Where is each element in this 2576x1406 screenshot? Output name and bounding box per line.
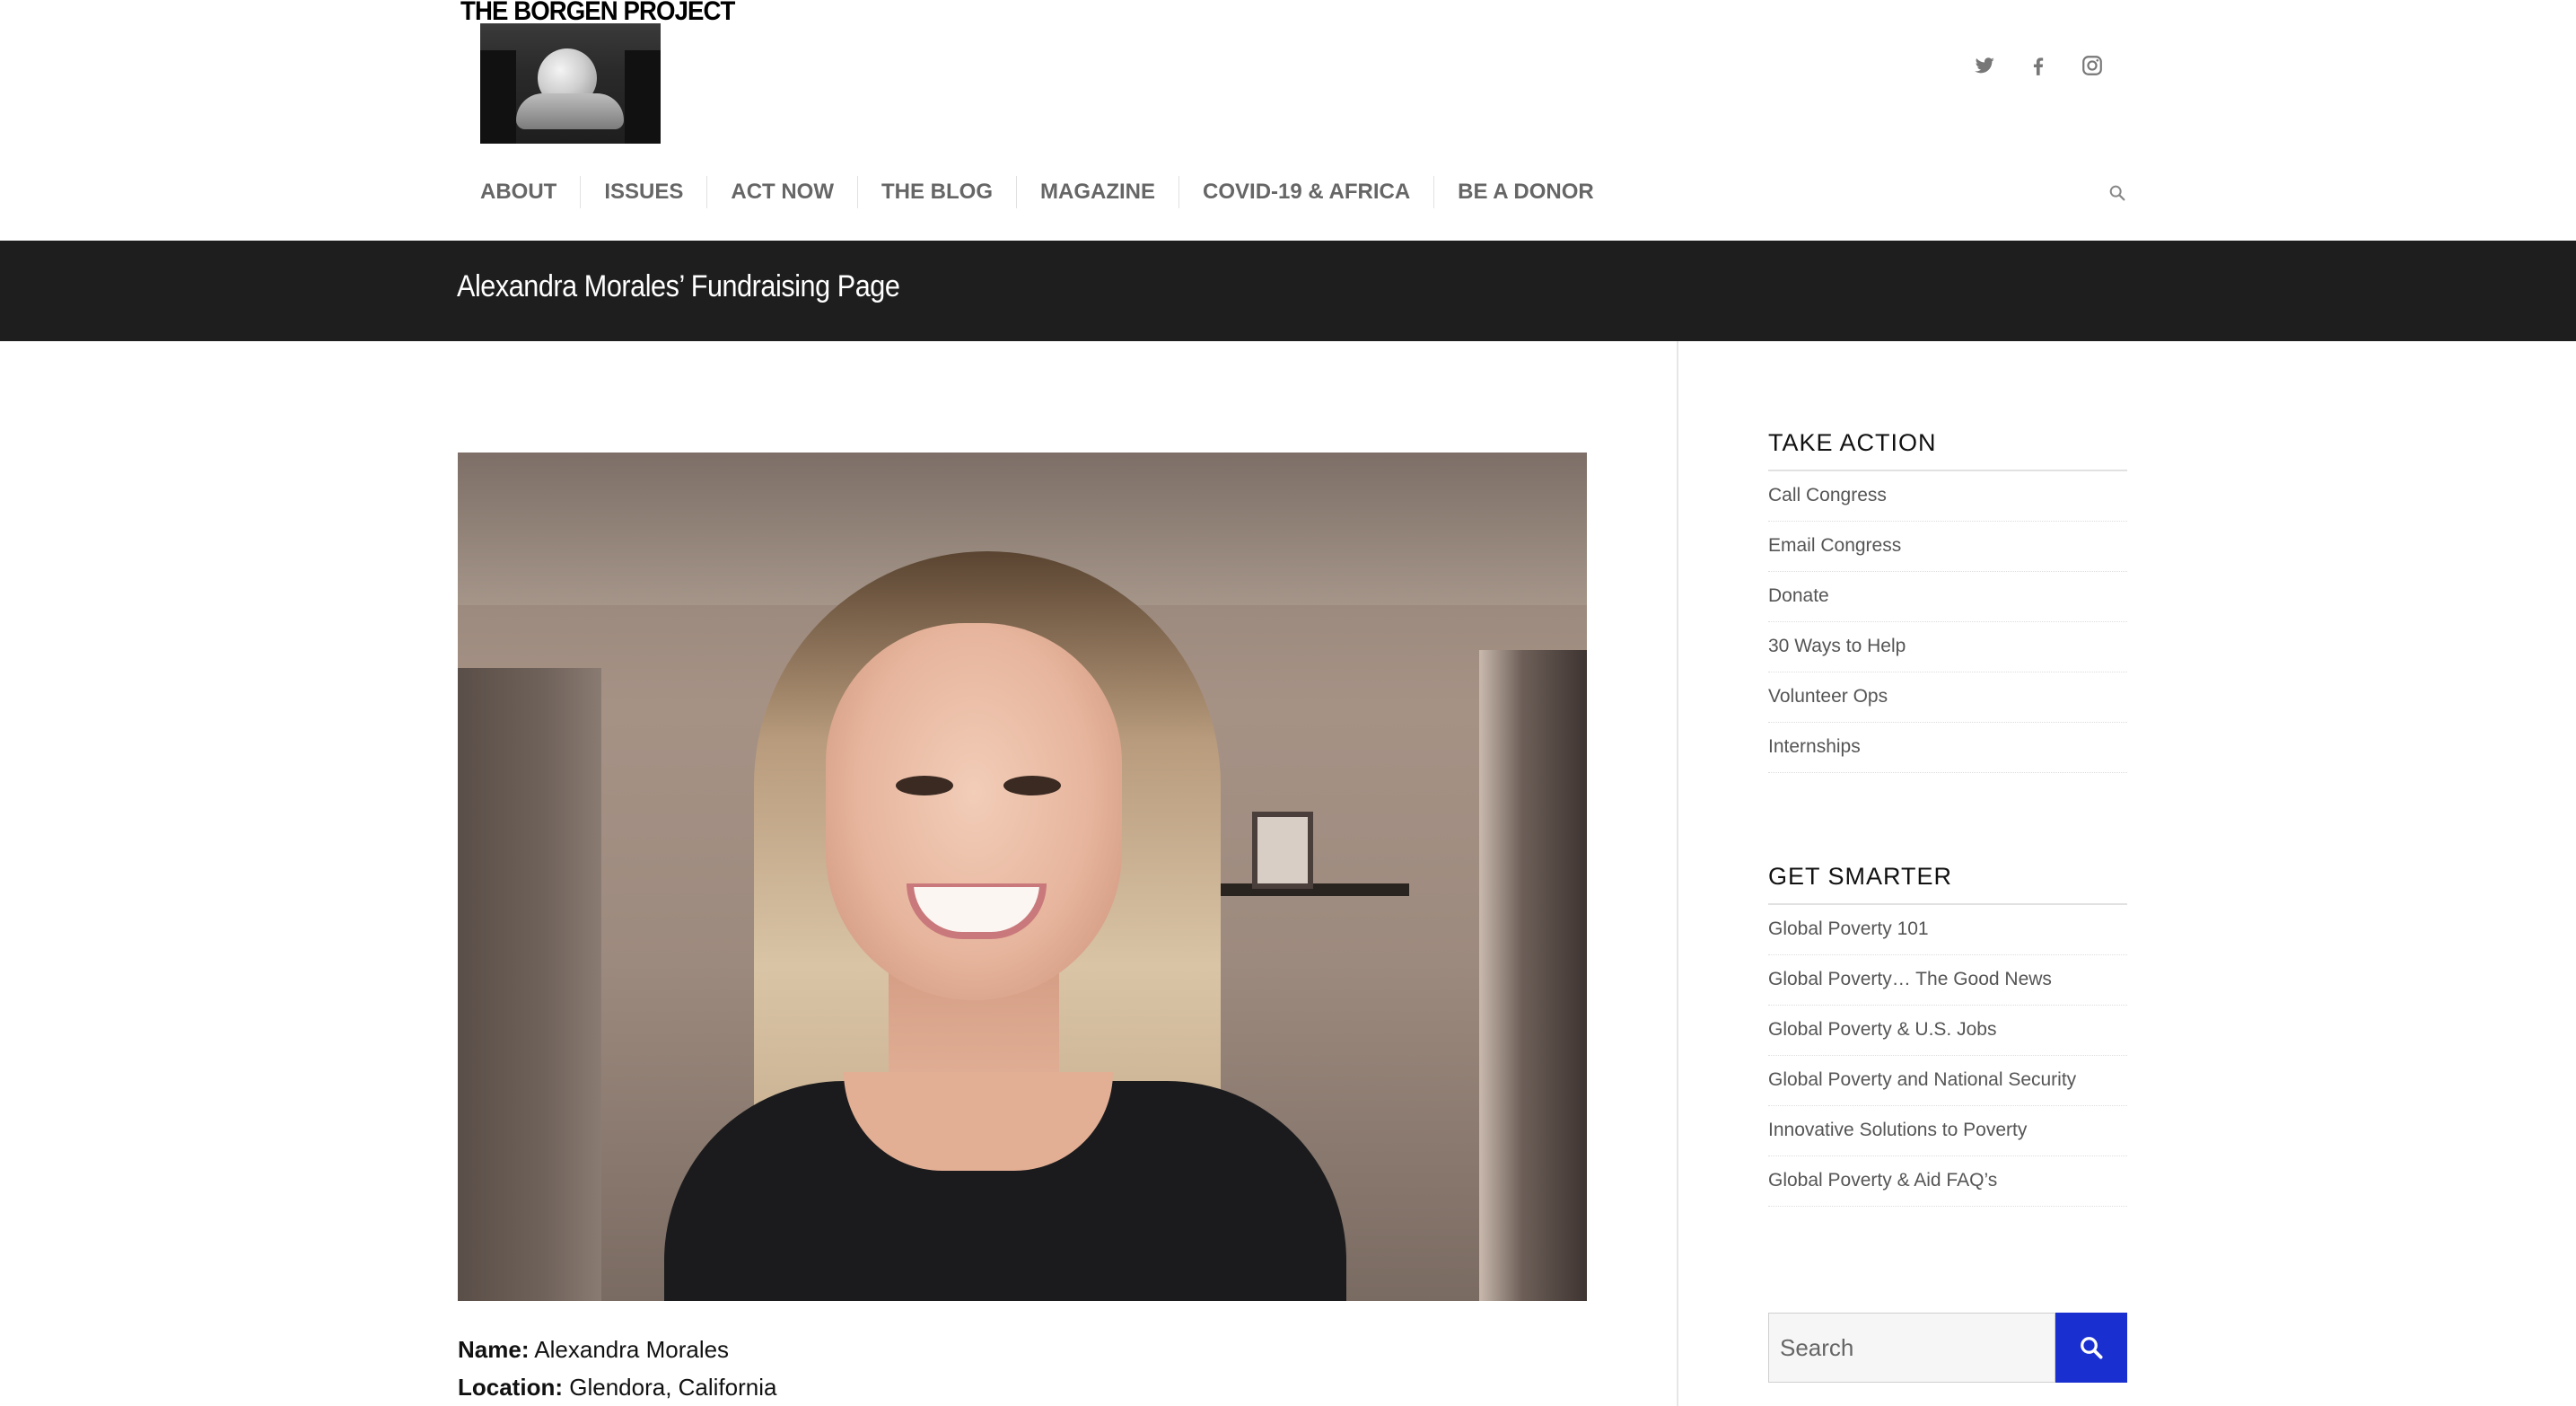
search-input[interactable] <box>1768 1313 2055 1383</box>
nav-item-act-now[interactable]: ACT NOW <box>706 176 857 208</box>
search-icon <box>2081 1337 2103 1359</box>
site-logo[interactable]: THE BORGEN PROJECT <box>457 0 735 144</box>
sidebar-link-aid-faqs[interactable]: Global Poverty & Aid FAQ’s <box>1768 1156 2127 1207</box>
take-action-widget: TAKE ACTION Call Congress Email Congress… <box>1768 429 2127 773</box>
sidebar-search <box>1768 1313 2127 1383</box>
location-label: Location: <box>458 1374 563 1401</box>
nav-item-about[interactable]: ABOUT <box>457 176 580 208</box>
nav-item-the-blog[interactable]: THE BLOG <box>857 176 1016 208</box>
main-nav: ABOUT ISSUES ACT NOW THE BLOG MAGAZINE C… <box>457 162 1617 223</box>
search-icon[interactable] <box>2107 183 2127 203</box>
twitter-icon[interactable] <box>1973 54 1996 77</box>
sidebar: TAKE ACTION Call Congress Email Congress… <box>1768 429 2127 1207</box>
content-divider <box>1677 341 1678 1406</box>
social-links <box>1973 54 2104 77</box>
nav-item-issues[interactable]: ISSUES <box>580 176 706 208</box>
name-value: Alexandra Morales <box>534 1336 730 1363</box>
get-smarter-list: Global Poverty 101 Global Poverty… The G… <box>1768 905 2127 1207</box>
sidebar-link-global-poverty-101[interactable]: Global Poverty 101 <box>1768 905 2127 955</box>
take-action-list: Call Congress Email Congress Donate 30 W… <box>1768 471 2127 773</box>
sidebar-link-volunteer-ops[interactable]: Volunteer Ops <box>1768 672 2127 723</box>
sidebar-link-email-congress[interactable]: Email Congress <box>1768 522 2127 572</box>
sidebar-link-us-jobs[interactable]: Global Poverty & U.S. Jobs <box>1768 1006 2127 1056</box>
sidebar-link-national-security[interactable]: Global Poverty and National Security <box>1768 1056 2127 1106</box>
profile-details: Name: Alexandra Morales Location: Glendo… <box>458 1331 776 1406</box>
profile-photo <box>458 453 1587 1301</box>
sidebar-link-innovative-solutions[interactable]: Innovative Solutions to Poverty <box>1768 1106 2127 1156</box>
sidebar-link-call-congress[interactable]: Call Congress <box>1768 471 2127 522</box>
sidebar-link-donate[interactable]: Donate <box>1768 572 2127 622</box>
get-smarter-widget: GET SMARTER Global Poverty 101 Global Po… <box>1768 863 2127 1207</box>
nav-item-covid-19-africa[interactable]: COVID-19 & AFRICA <box>1178 176 1433 208</box>
nav-item-be-a-donor[interactable]: BE A DONOR <box>1433 176 1617 208</box>
nav-item-magazine[interactable]: MAGAZINE <box>1016 176 1178 208</box>
instagram-icon[interactable] <box>2081 54 2104 77</box>
facebook-icon[interactable] <box>2027 54 2050 77</box>
sidebar-link-internships[interactable]: Internships <box>1768 723 2127 773</box>
search-button[interactable] <box>2055 1313 2127 1383</box>
logo-image <box>480 23 661 144</box>
location-value: Glendora, California <box>569 1374 777 1401</box>
page-title: Alexandra Morales’ Fundraising Page <box>457 269 900 303</box>
location-row: Location: Glendora, California <box>458 1368 776 1406</box>
title-bar: Alexandra Morales’ Fundraising Page <box>0 241 2576 341</box>
sidebar-link-30-ways[interactable]: 30 Ways to Help <box>1768 622 2127 672</box>
name-label: Name: <box>458 1336 530 1363</box>
name-row: Name: Alexandra Morales <box>458 1331 776 1368</box>
sidebar-link-good-news[interactable]: Global Poverty… The Good News <box>1768 955 2127 1006</box>
widget-title: GET SMARTER <box>1768 863 2127 905</box>
widget-title: TAKE ACTION <box>1768 429 2127 471</box>
site-header: THE BORGEN PROJECT ABOUT ISSUES ACT NOW … <box>0 0 2576 241</box>
